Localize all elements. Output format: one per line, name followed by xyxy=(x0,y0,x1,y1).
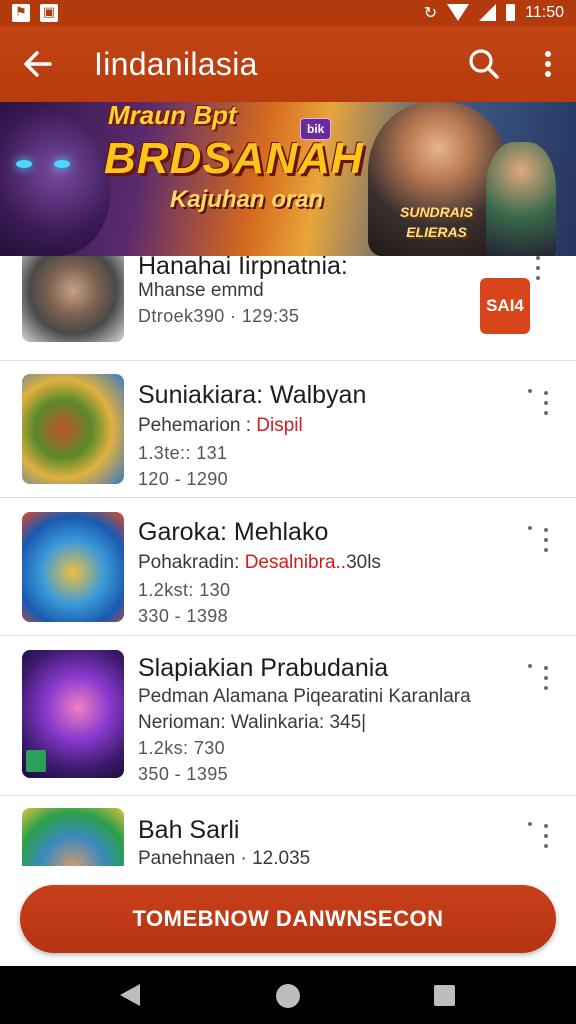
item-subtitle-highlight: Dispil xyxy=(256,415,303,436)
sync-icon: ↻ xyxy=(423,3,438,22)
kebab-dot xyxy=(536,256,540,260)
item-more-button[interactable] xyxy=(528,526,548,552)
list-item[interactable]: Slapiakian Prabudania Pedman Alamana Piq… xyxy=(0,636,576,796)
villain-eye xyxy=(54,160,70,168)
download-button[interactable]: TOMEBNOW DANWNSECON xyxy=(20,885,556,953)
item-subtitle: Pehemarion : Dispil xyxy=(138,415,303,437)
list-item[interactable]: Garoka: Mehlako Pohakradin: Desalnibra..… xyxy=(0,498,576,636)
kebab-dot xyxy=(544,411,548,415)
app-thumbnail xyxy=(22,512,124,622)
item-more-button[interactable] xyxy=(528,664,548,690)
search-button[interactable] xyxy=(466,46,502,82)
nav-recents-icon[interactable] xyxy=(434,985,455,1006)
kebab-dot xyxy=(544,824,548,828)
app-thumbnail xyxy=(22,256,124,342)
kebab-dot xyxy=(544,538,548,542)
page-title: Iindanilasia xyxy=(94,46,258,82)
app-thumbnail xyxy=(22,808,124,866)
item-subtitle: Panehnaen · 12.035 xyxy=(138,848,311,866)
item-meta-range: 350 - 1395 xyxy=(138,764,229,784)
item-meta: 1.2ks: 730 xyxy=(138,738,226,758)
item-title: Slapiakian Prabudania xyxy=(138,654,389,682)
app-bar: Iindanilasia xyxy=(0,26,576,104)
app-thumbnail xyxy=(22,650,124,778)
nav-back-icon[interactable] xyxy=(120,984,140,1006)
kebab-dot xyxy=(544,401,548,405)
item-title: Garoka: Mehlako xyxy=(138,518,329,546)
kebab-dot xyxy=(544,548,548,552)
kebab-dot xyxy=(544,391,548,395)
nav-home-icon[interactable] xyxy=(276,984,300,1008)
kebab-dot xyxy=(544,686,548,690)
status-notifications: ⚑ ▣ xyxy=(12,4,58,22)
arrow-left-icon xyxy=(24,51,52,77)
banner-emblem: SUNDRAIS ELIERAS xyxy=(400,202,473,242)
item-more-button[interactable] xyxy=(528,822,548,848)
kebab-dot xyxy=(528,389,532,393)
kebab-dot xyxy=(536,276,540,280)
kebab-dot xyxy=(528,822,532,826)
item-title: Bah Sarli xyxy=(138,816,240,844)
banner-title-line2: BRDSANAH xyxy=(104,134,364,183)
notification-icon: ⚑ xyxy=(12,4,30,22)
kebab-dot xyxy=(536,266,540,270)
item-subtitle-label: Pohakradin: xyxy=(138,552,245,573)
banner-emblem-line2: ELIERAS xyxy=(406,224,467,240)
kebab-dot xyxy=(528,664,532,668)
villain-eye xyxy=(16,160,32,168)
item-more-button[interactable] xyxy=(528,389,548,415)
status-time: 11:50 xyxy=(525,3,564,21)
search-icon xyxy=(469,49,499,79)
item-more-button[interactable] xyxy=(528,256,548,282)
kebab-dot xyxy=(544,666,548,670)
list-item[interactable]: Hanahai Iirpnatnia: Mhanse emmd Dtroek39… xyxy=(0,252,576,361)
item-subtitle-suffix: 30ls xyxy=(346,552,381,573)
item-subtitle-2: Nerioman: Walinkaria: 345| xyxy=(138,712,367,733)
banner-villain-art xyxy=(0,102,110,256)
item-meta: 1.2kst: 130 xyxy=(138,580,231,600)
thumbnail-badge xyxy=(26,750,46,772)
item-action-button[interactable]: SAI4 xyxy=(480,278,530,334)
list-item[interactable]: Suniakiara: Walbyan Pehemarion : Dispil … xyxy=(0,361,576,498)
item-subtitle: Pedman Alamana Piqearatini Karanlara xyxy=(138,686,471,707)
item-meta: Dtroek390 · 129:35 xyxy=(138,306,300,326)
back-button[interactable] xyxy=(20,46,56,82)
system-nav-bar xyxy=(0,966,576,1024)
item-meta-range: 120 - 1290 xyxy=(138,469,229,489)
item-meta: 1.3te:: 131 xyxy=(138,443,228,463)
banner-title-line1: Mraun Bpt xyxy=(108,102,237,130)
promo-banner[interactable]: Mraun Bpt BRDSANAH Kajuhan oran bik SUND… xyxy=(0,102,576,256)
banner-title-line3: Kajuhan oran xyxy=(170,186,324,213)
kebab-dot xyxy=(544,528,548,532)
kebab-dot xyxy=(544,844,548,848)
status-bar: ⚑ ▣ ↻ 11:50 xyxy=(0,0,576,26)
kebab-dot xyxy=(544,676,548,680)
item-title: Hanahai Iirpnatnia: xyxy=(138,252,348,280)
wifi-icon xyxy=(447,4,470,21)
notification-icon: ▣ xyxy=(40,4,58,22)
more-vert-icon xyxy=(545,51,551,77)
app-thumbnail xyxy=(22,374,124,484)
item-subtitle: Pohakradin: Desalnibra..30ls xyxy=(138,552,381,574)
item-meta-range: 330 - 1398 xyxy=(138,606,229,626)
signal-icon xyxy=(479,4,497,21)
list-item[interactable]: Bah Sarli Panehnaen · 12.035 xyxy=(0,796,576,866)
more-options-button[interactable] xyxy=(538,46,558,82)
item-subtitle: Mhanse emmd xyxy=(138,280,264,301)
status-right: ↻ 11:50 xyxy=(424,3,564,22)
banner-badge: bik xyxy=(300,118,332,140)
item-subtitle-label: Pehemarion : xyxy=(138,415,257,436)
kebab-dot xyxy=(528,526,532,530)
item-subtitle-highlight: Desalnibra.. xyxy=(244,552,347,573)
banner-emblem-line1: SUNDRAIS xyxy=(400,204,474,220)
banner-companion-art xyxy=(486,142,556,256)
kebab-dot xyxy=(544,834,548,838)
battery-icon xyxy=(506,4,516,21)
item-title: Suniakiara: Walbyan xyxy=(138,381,367,409)
